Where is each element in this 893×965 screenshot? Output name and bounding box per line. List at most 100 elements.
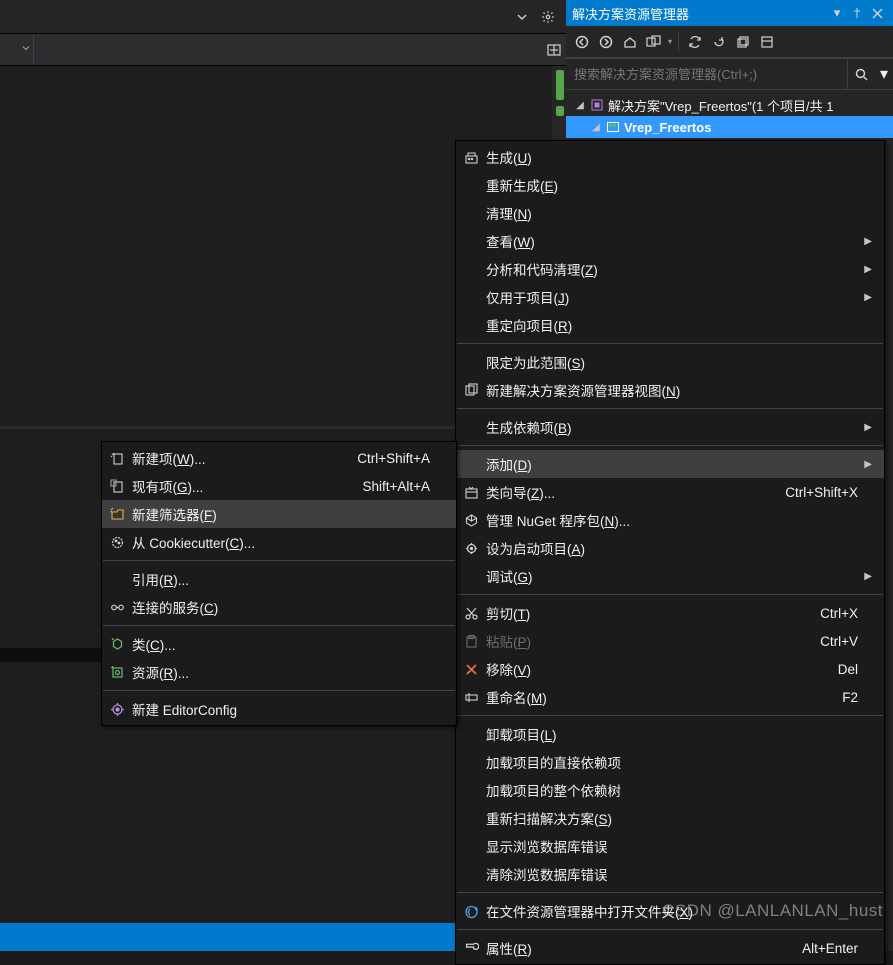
menu-item-shortcut: Ctrl+X [800, 606, 858, 621]
panel-header[interactable]: 解决方案资源管理器 ▾ [566, 0, 893, 26]
menu-item-label: 清除浏览数据库错误 [486, 864, 858, 884]
menu-item-label: 卸载项目(L) [486, 724, 858, 744]
search-input[interactable] [566, 67, 847, 82]
add-submenu-item[interactable]: 新建项(W)...Ctrl+Shift+A [102, 444, 456, 472]
menu-item-label: 分析和代码清理(Z) [486, 259, 858, 279]
close-icon[interactable] [867, 3, 887, 23]
class-wizard-icon [456, 485, 486, 500]
menu-separator [457, 892, 883, 893]
context-menu-item[interactable]: 重新生成(E) [456, 171, 884, 199]
solution-node[interactable]: ◢ 解决方案"Vrep_Freertos"(1 个项目/共 1 [566, 94, 893, 116]
context-menu-item[interactable]: 设为启动项目(A) [456, 534, 884, 562]
context-menu-item[interactable]: 清理(N) [456, 199, 884, 227]
context-menu-item[interactable]: 加载项目的直接依赖项 [456, 748, 884, 776]
menu-item-label: 类向导(Z)... [486, 482, 765, 502]
solution-tree[interactable]: ◢ 解决方案"Vrep_Freertos"(1 个项目/共 1 ◢ Vrep_F… [566, 90, 893, 142]
menu-item-label: 显示浏览数据库错误 [486, 836, 858, 856]
dropdown-icon[interactable] [512, 7, 532, 27]
menu-item-label: 新建项(W)... [132, 448, 337, 468]
menu-item-label: 重定向项目(R) [486, 315, 858, 335]
add-submenu-item[interactable]: 类(C)... [102, 630, 456, 658]
search-dropdown-icon[interactable]: ▾ [875, 59, 893, 89]
pin-icon[interactable] [847, 3, 867, 23]
connected-service-icon [102, 600, 132, 615]
context-menu-item[interactable]: 调试(G)▶ [456, 562, 884, 590]
gear-icon[interactable] [538, 7, 558, 27]
context-menu-item[interactable]: 重命名(M)F2 [456, 683, 884, 711]
properties-icon[interactable] [757, 32, 777, 52]
wrench-icon [456, 941, 486, 956]
menu-item-shortcut: Ctrl+Shift+A [337, 451, 430, 466]
menu-item-label: 清理(N) [486, 203, 858, 223]
new-item-icon [102, 451, 132, 466]
expand-icon[interactable]: ◢ [590, 122, 602, 133]
rename-icon [456, 690, 486, 705]
context-menu-item[interactable]: 仅用于项目(J)▶ [456, 283, 884, 311]
add-submenu-item[interactable]: 新建筛选器(F) [102, 500, 456, 528]
menu-separator [457, 408, 883, 409]
menu-item-label: 现有项(G)... [132, 476, 342, 496]
menu-item-shortcut: Ctrl+V [800, 634, 858, 649]
project-node[interactable]: ◢ Vrep_Freertos [566, 116, 893, 138]
menu-separator [457, 343, 883, 344]
sync-icon[interactable] [685, 32, 705, 52]
menu-separator [103, 625, 455, 626]
expand-icon[interactable]: ◢ [574, 100, 586, 111]
cookiecutter-icon [102, 535, 132, 550]
forward-icon[interactable] [596, 32, 616, 52]
context-menu-item[interactable]: 加载项目的整个依赖树 [456, 776, 884, 804]
dropdown-icon[interactable]: ▾ [827, 3, 847, 23]
context-menu-item[interactable]: 属性(R)Alt+Enter [456, 934, 884, 962]
search-icon[interactable] [847, 59, 875, 89]
context-menu-item[interactable]: 清除浏览数据库错误 [456, 860, 884, 888]
editor-breadcrumb[interactable] [0, 34, 566, 66]
menu-item-label: 限定为此范围(S) [486, 352, 858, 372]
class-icon [102, 637, 132, 652]
menu-item-label: 加载项目的直接依赖项 [486, 752, 858, 772]
menu-item-label: 属性(R) [486, 938, 782, 958]
solution-label: 解决方案"Vrep_Freertos"(1 个项目/共 1 [608, 96, 833, 115]
nuget-icon [456, 513, 486, 528]
context-menu-item[interactable]: 剪切(T)Ctrl+X [456, 599, 884, 627]
context-menu-item[interactable]: 重定向项目(R) [456, 311, 884, 339]
add-submenu-item[interactable]: 从 Cookiecutter(C)... [102, 528, 456, 556]
context-menu-item[interactable]: 显示浏览数据库错误 [456, 832, 884, 860]
panel-toolbar: ▾ [566, 26, 893, 58]
context-menu-item[interactable]: 新建解决方案资源管理器视图(N) [456, 376, 884, 404]
add-submenu-item[interactable]: 现有项(G)...Shift+Alt+A [102, 472, 456, 500]
menu-item-label: 粘贴(P) [486, 631, 800, 651]
menu-item-label: 连接的服务(C) [132, 597, 430, 617]
add-submenu-item[interactable]: 新建 EditorConfig [102, 695, 456, 723]
context-menu-item[interactable]: 移除(V)Del [456, 655, 884, 683]
menu-separator [457, 445, 883, 446]
collapse-all-icon[interactable] [733, 32, 753, 52]
menu-item-label: 设为启动项目(A) [486, 538, 858, 558]
context-menu-item[interactable]: 类向导(Z)...Ctrl+Shift+X [456, 478, 884, 506]
context-menu-item[interactable]: 限定为此范围(S) [456, 348, 884, 376]
add-submenu-item[interactable]: 引用(R)... [102, 565, 456, 593]
context-menu-item[interactable]: 查看(W)▶ [456, 227, 884, 255]
switch-views-icon[interactable] [644, 32, 664, 52]
refresh-icon[interactable] [709, 32, 729, 52]
panel-title: 解决方案资源管理器 [572, 4, 689, 23]
context-menu-item[interactable]: 生成依赖项(B)▶ [456, 413, 884, 441]
home-icon[interactable] [620, 32, 640, 52]
add-submenu-item[interactable]: 连接的服务(C) [102, 593, 456, 621]
back-icon[interactable] [572, 32, 592, 52]
add-submenu-item[interactable]: 资源(R)... [102, 658, 456, 686]
context-menu-item[interactable]: 重新扫描解决方案(S) [456, 804, 884, 832]
context-menu-item[interactable]: 添加(D)▶ [456, 450, 884, 478]
context-menu-item[interactable]: 生成(U) [456, 143, 884, 171]
submenu-arrow-icon: ▶ [858, 292, 872, 303]
context-menu-item[interactable]: 管理 NuGet 程序包(N)... [456, 506, 884, 534]
split-editor-icon[interactable] [542, 34, 566, 65]
context-menu-item[interactable]: 卸载项目(L) [456, 720, 884, 748]
workspace: 解决方案资源管理器 ▾ ▾ ▾ ◢ 解决方案 [0, 0, 893, 951]
editorconfig-icon [102, 702, 132, 717]
menu-item-label: 引用(R)... [132, 569, 430, 589]
project-label: Vrep_Freertos [624, 120, 711, 135]
menu-item-label: 新建解决方案资源管理器视图(N) [486, 380, 858, 400]
menu-separator [103, 690, 455, 691]
menu-item-label: 重新扫描解决方案(S) [486, 808, 858, 828]
context-menu-item[interactable]: 分析和代码清理(Z)▶ [456, 255, 884, 283]
